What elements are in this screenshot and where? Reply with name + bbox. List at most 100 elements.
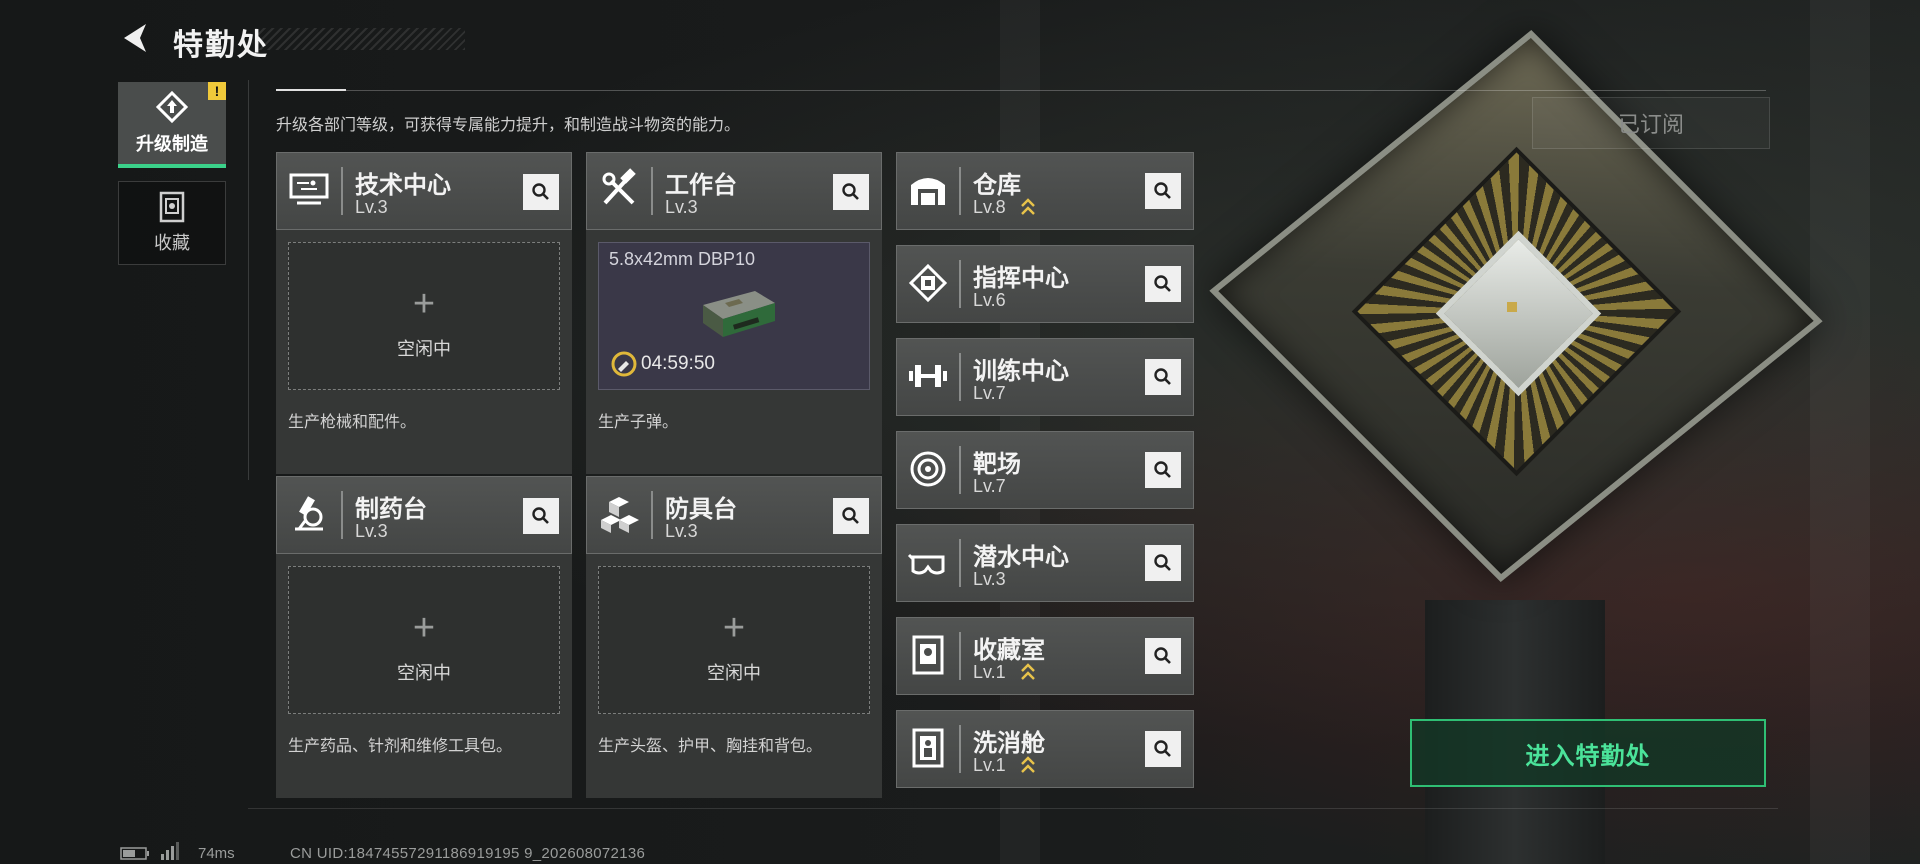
facility-description: 生产药品、针剂和维修工具包。 xyxy=(288,738,513,755)
icon-separator xyxy=(959,260,961,308)
facility-name: 洗消舱 xyxy=(973,730,1045,757)
facility-name: 潜水中心 xyxy=(973,544,1069,571)
icon-separator xyxy=(959,539,961,587)
search-icon xyxy=(1154,647,1171,664)
production-slot-idle[interactable]: + 空闲中 xyxy=(288,566,560,714)
background-pillar xyxy=(1810,0,1870,864)
plus-icon: + xyxy=(412,283,436,325)
facility-level: Lv.6 xyxy=(973,290,1006,310)
dumbbell-icon xyxy=(909,365,947,387)
header-divider xyxy=(276,90,1766,91)
upgrade-available-icon xyxy=(1021,756,1035,773)
enter-special-ops-button[interactable]: 进入特勤处 xyxy=(1410,719,1766,787)
card-header: 技术中心 Lv.3 xyxy=(276,152,572,230)
microscope-icon xyxy=(295,496,323,531)
facility-name: 仓库 xyxy=(973,172,1021,199)
facility-card-armor-bench[interactable]: 防具台 Lv.3 + 空闲中 生产头盔、护甲、胸挂和背包。 xyxy=(586,476,882,798)
subscribed-button[interactable]: 已订阅 xyxy=(1532,97,1770,149)
inspect-button[interactable] xyxy=(1145,638,1181,674)
upgrade-available-icon xyxy=(1021,198,1035,215)
inspect-button[interactable] xyxy=(1145,452,1181,488)
warehouse-icon xyxy=(911,178,945,205)
inspect-button[interactable] xyxy=(523,498,559,534)
chip-icon xyxy=(908,263,948,303)
facility-row-shooting-range[interactable]: 靶场 Lv.7 xyxy=(896,431,1194,509)
production-slot-idle[interactable]: + 空闲中 xyxy=(288,242,560,390)
page-description: 升级各部门等级，可获得专属能力提升，和制造战斗物资的能力。 xyxy=(276,117,741,134)
plus-icon: + xyxy=(722,607,746,649)
search-icon xyxy=(842,183,859,200)
facility-row-training-center[interactable]: 训练中心 Lv.7 xyxy=(896,338,1194,416)
back-arrow-icon[interactable] xyxy=(118,20,154,56)
search-icon xyxy=(1154,368,1171,385)
search-icon xyxy=(1154,275,1171,292)
icon-separator xyxy=(959,167,961,215)
monitor-icon xyxy=(289,173,329,205)
facility-name: 靶场 xyxy=(973,451,1021,478)
facility-card-tech-center[interactable]: 技术中心 Lv.3 + 空闲中 生产枪械和配件。 xyxy=(276,152,572,474)
facility-level: Lv.3 xyxy=(665,521,698,541)
facility-description: 生产头盔、护甲、胸挂和背包。 xyxy=(598,738,823,755)
ammo-box-icon xyxy=(703,291,775,337)
facility-card-pharmacy[interactable]: 制药台 Lv.3 + 空闲中 生产药品、针剂和维修工具包。 xyxy=(276,476,572,798)
facility-name: 防具台 xyxy=(665,496,737,523)
nav-divider xyxy=(248,80,249,480)
facility-row-decon-chamber[interactable]: 洗消舱 Lv.1 xyxy=(896,710,1194,788)
production-timer: 04:59:50 xyxy=(641,353,715,374)
icon-separator xyxy=(959,632,961,680)
facility-row-collection-room[interactable]: 收藏室 Lv.1 xyxy=(896,617,1194,695)
facility-row-warehouse[interactable]: 仓库 Lv.8 xyxy=(896,152,1194,230)
hammer-wrench-icon xyxy=(602,168,636,205)
inspect-button[interactable] xyxy=(1145,359,1181,395)
tab-label: 收藏 xyxy=(154,233,190,253)
production-item-name: 5.8x42mm DBP10 xyxy=(609,249,756,269)
inspect-button[interactable] xyxy=(1145,731,1181,767)
icon-separator xyxy=(341,167,343,215)
inspect-button[interactable] xyxy=(833,174,869,210)
facility-row-command-center[interactable]: 指挥中心 Lv.6 xyxy=(896,245,1194,323)
card-header: 防具台 Lv.3 xyxy=(586,476,882,554)
slot-status: 空闲中 xyxy=(397,663,451,683)
title-decoration xyxy=(255,28,465,50)
inspect-button[interactable] xyxy=(1145,545,1181,581)
icon-separator xyxy=(959,353,961,401)
search-icon xyxy=(1154,461,1171,478)
production-slot-active[interactable]: 5.8x42mm DBP10 04:59:50 xyxy=(598,242,870,390)
tab-upgrade-craft[interactable]: ! 升级制造 xyxy=(118,82,226,168)
tab-collection[interactable]: 收藏 xyxy=(118,181,226,265)
inspect-button[interactable] xyxy=(1145,173,1181,209)
production-slot-idle[interactable]: + 空闲中 xyxy=(598,566,870,714)
inspect-button[interactable] xyxy=(833,498,869,534)
search-icon xyxy=(1154,182,1171,199)
facility-name: 指挥中心 xyxy=(973,265,1069,292)
inspect-button[interactable] xyxy=(523,174,559,210)
battery-icon xyxy=(120,847,149,860)
facility-card-workbench[interactable]: 工作台 Lv.3 5.8x42mm DBP10 04:59:50 生产子弹。 xyxy=(586,152,882,474)
search-icon xyxy=(1154,740,1171,757)
search-icon xyxy=(532,183,549,200)
signal-icon xyxy=(161,842,179,860)
facility-name: 收藏室 xyxy=(973,637,1045,664)
facility-name: 训练中心 xyxy=(973,358,1069,385)
facility-name: 制药台 xyxy=(355,496,427,523)
facility-level: Lv.1 xyxy=(973,755,1006,775)
facility-level: Lv.3 xyxy=(355,197,388,217)
facility-row-diving-center[interactable]: 潜水中心 Lv.3 xyxy=(896,524,1194,602)
card-header: 制药台 Lv.3 xyxy=(276,476,572,554)
decon-icon xyxy=(912,728,944,768)
facility-level: Lv.3 xyxy=(355,521,388,541)
icon-separator xyxy=(651,491,653,539)
facility-level: Lv.3 xyxy=(973,569,1006,589)
alert-badge: ! xyxy=(208,82,226,100)
search-icon xyxy=(532,507,549,524)
icon-separator xyxy=(651,167,653,215)
upgrade-craft-icon xyxy=(155,90,189,124)
upgrade-available-icon xyxy=(1021,663,1035,680)
header-divider-accent xyxy=(276,89,346,91)
facility-level: Lv.7 xyxy=(973,383,1006,403)
card-header: 工作台 Lv.3 xyxy=(586,152,882,230)
facility-name: 工作台 xyxy=(665,172,737,199)
inspect-button[interactable] xyxy=(1145,266,1181,302)
collection-icon xyxy=(159,191,185,223)
slot-status: 空闲中 xyxy=(707,663,761,683)
